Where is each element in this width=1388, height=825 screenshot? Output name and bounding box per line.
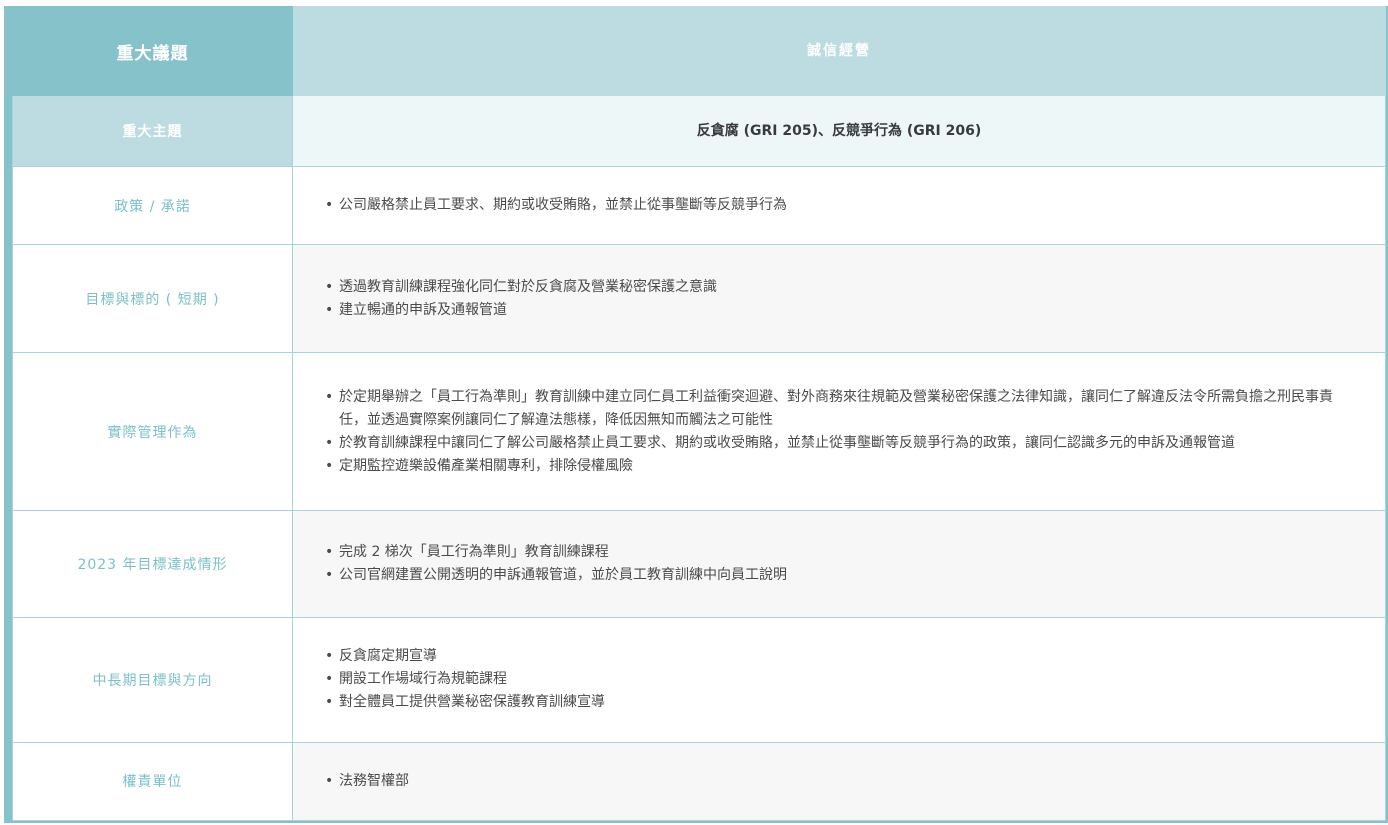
row-content-responsible-unit: 法務智權部 [292,741,1386,822]
list-item: 於教育訓練課程中讓同仁了解公司嚴格禁止員工要求、期約或收受賄賂，並禁止從事壟斷等… [325,432,1357,455]
list-item: 建立暢通的申訴及通報管道 [325,299,1357,322]
list-item: 對全體員工提供營業秘密保護教育訓練宣導 [325,691,1357,714]
list-item: 定期監控遊樂設備產業相關專利，排除侵權風險 [325,455,1357,478]
row-content-management-actions: 於定期舉辦之「員工行為準則」教育訓練中建立同仁員工利益衝突迴避、對外商務來往規範… [292,352,1386,511]
topic-value: 反貪腐 (GRI 205)、反競爭行為 (GRI 206) [292,95,1386,168]
table-row-2023-achievement: 2023 年目標達成情形 完成 2 梯次「員工行為準則」教育訓練課程 公司官網建… [12,509,1386,618]
material-issue-table: 重大議題 誠信經營 重大主題 反貪腐 (GRI 205)、反競爭行為 (GRI … [12,5,1386,822]
bullet-list: 法務智權部 [325,770,1357,793]
table-row-short-term-goals: 目標與標的 ( 短期 ) 透過教育訓練課程強化同仁對於反貪腐及營業秘密保護之意識… [12,244,1386,354]
list-item: 公司官網建置公開透明的申訴通報管道，並於員工教育訓練中向員工說明 [325,564,1357,587]
row-label-long-term-goals: 中長期目標與方向 [12,616,293,743]
list-item: 於定期舉辦之「員工行為準則」教育訓練中建立同仁員工利益衝突迴避、對外商務來往規範… [325,386,1357,432]
table-row-management-actions: 實際管理作為 於定期舉辦之「員工行為準則」教育訓練中建立同仁員工利益衝突迴避、對… [12,352,1386,511]
topic-label: 重大主題 [12,95,293,168]
row-label-short-term-goals: 目標與標的 ( 短期 ) [12,244,293,354]
topic-row: 重大主題 反貪腐 (GRI 205)、反競爭行為 (GRI 206) [12,95,1386,168]
header-row: 重大議題 誠信經營 [12,5,1386,97]
row-content-2023-achievement: 完成 2 梯次「員工行為準則」教育訓練課程 公司官網建置公開透明的申訴通報管道，… [292,509,1386,618]
row-label-management-actions: 實際管理作為 [12,352,293,511]
list-item: 反貪腐定期宣導 [325,645,1357,668]
list-item: 透過教育訓練課程強化同仁對於反貪腐及營業秘密保護之意識 [325,276,1357,299]
table-row-long-term-goals: 中長期目標與方向 反貪腐定期宣導 開設工作場域行為規範課程 對全體員工提供營業秘… [12,616,1386,743]
bullet-list: 透過教育訓練課程強化同仁對於反貪腐及營業秘密保護之意識 建立暢通的申訴及通報管道 [325,276,1357,322]
row-label-2023-achievement: 2023 年目標達成情形 [12,509,293,618]
table-row-policy: 政策 / 承諾 公司嚴格禁止員工要求、期約或收受賄賂，並禁止從事壟斷等反競爭行為 [12,166,1386,246]
row-label-policy: 政策 / 承諾 [12,166,293,246]
table-row-responsible-unit: 權責單位 法務智權部 [12,741,1386,822]
row-content-policy: 公司嚴格禁止員工要求、期約或收受賄賂，並禁止從事壟斷等反競爭行為 [292,166,1386,246]
issue-value: 誠信經營 [292,5,1386,97]
list-item: 法務智權部 [325,770,1357,793]
list-item: 公司嚴格禁止員工要求、期約或收受賄賂，並禁止從事壟斷等反競爭行為 [325,194,1357,217]
bullet-list: 於定期舉辦之「員工行為準則」教育訓練中建立同仁員工利益衝突迴避、對外商務來往規範… [325,386,1357,478]
bullet-list: 完成 2 梯次「員工行為準則」教育訓練課程 公司官網建置公開透明的申訴通報管道，… [325,541,1357,587]
bullet-list: 反貪腐定期宣導 開設工作場域行為規範課程 對全體員工提供營業秘密保護教育訓練宣導 [325,645,1357,714]
bullet-list: 公司嚴格禁止員工要求、期約或收受賄賂，並禁止從事壟斷等反競爭行為 [325,194,1357,217]
row-content-short-term-goals: 透過教育訓練課程強化同仁對於反貪腐及營業秘密保護之意識 建立暢通的申訴及通報管道 [292,244,1386,354]
row-label-responsible-unit: 權責單位 [12,741,293,822]
issue-label: 重大議題 [12,5,293,97]
row-content-long-term-goals: 反貪腐定期宣導 開設工作場域行為規範課程 對全體員工提供營業秘密保護教育訓練宣導 [292,616,1386,743]
list-item: 開設工作場域行為規範課程 [325,668,1357,691]
table-frame: 重大議題 誠信經營 重大主題 反貪腐 (GRI 205)、反競爭行為 (GRI … [4,5,1388,823]
list-item: 完成 2 梯次「員工行為準則」教育訓練課程 [325,541,1357,564]
